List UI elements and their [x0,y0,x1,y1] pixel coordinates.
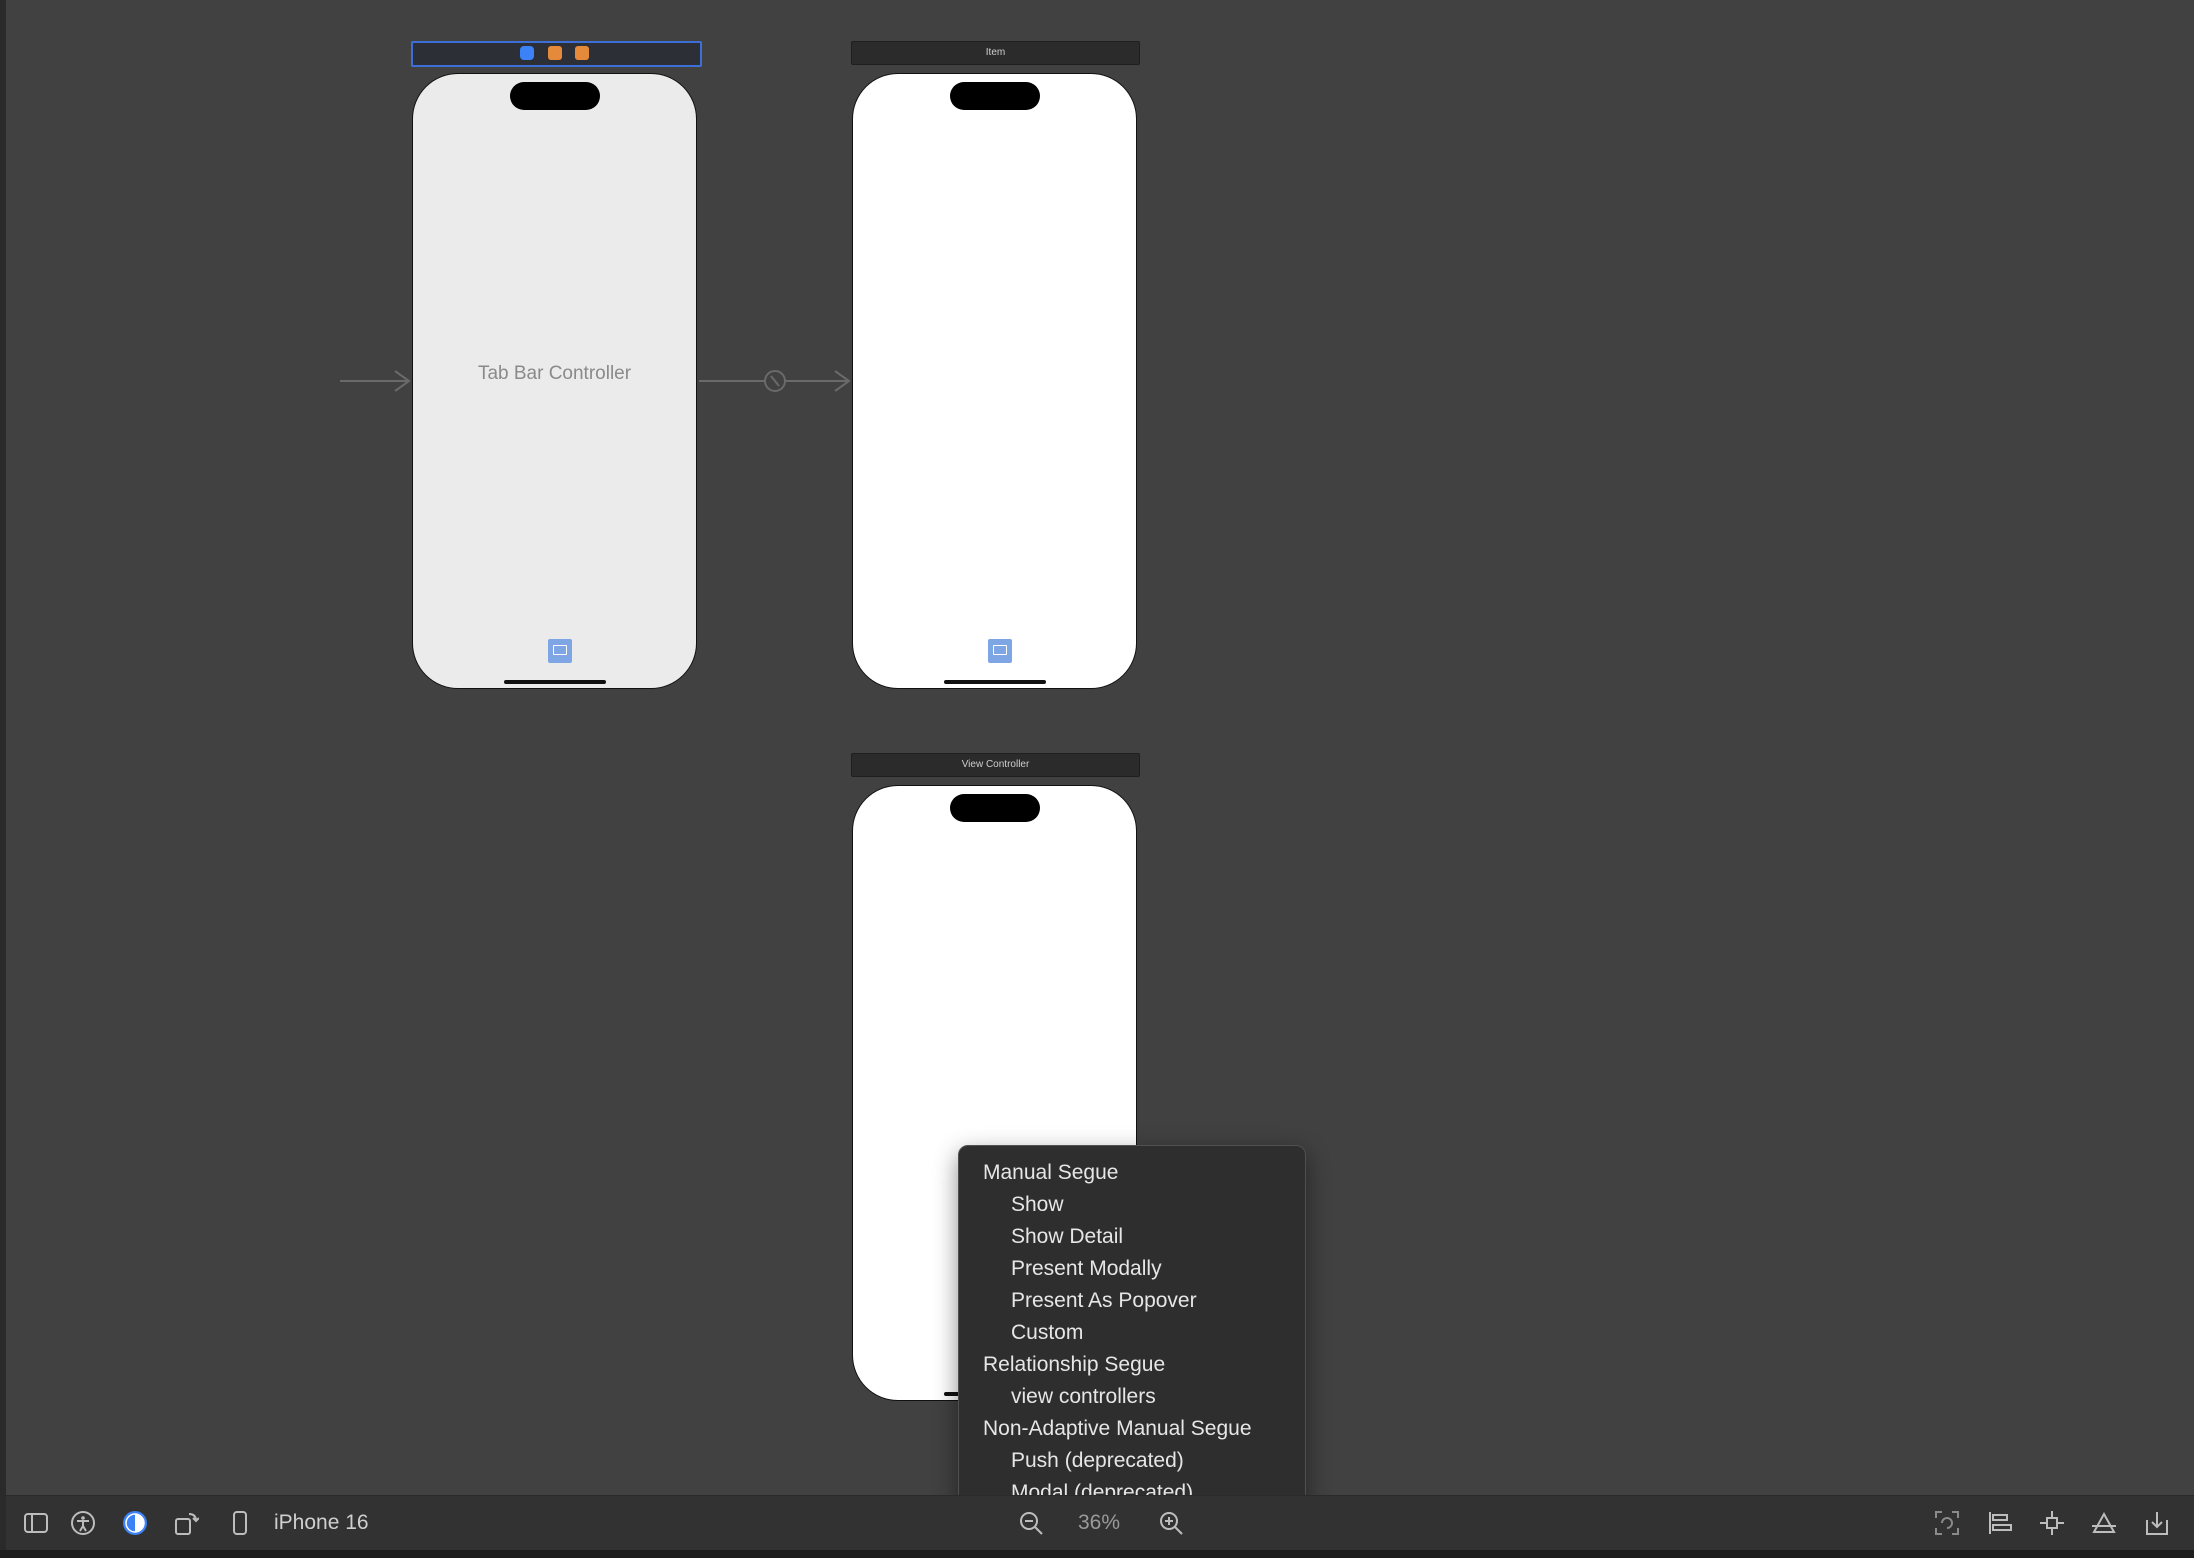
device-phone-icon[interactable] [227,1510,253,1536]
menu-section-relationship-segue: Relationship Segue [983,1353,1166,1376]
update-frames-icon[interactable] [1934,1510,1960,1536]
zoom-in-icon[interactable] [1158,1510,1184,1536]
menu-section-manual-segue: Manual Segue [983,1161,1119,1184]
document-outline-toggle-icon[interactable] [23,1510,49,1536]
accessibility-icon[interactable] [70,1510,96,1536]
initial-view-controller-arrow[interactable] [340,370,411,392]
menu-section-non-adaptive-manual-segue: Non-Adaptive Manual Segue [983,1417,1252,1440]
add-constraints-icon[interactable] [2039,1510,2065,1536]
zoom-out-icon[interactable] [1018,1510,1044,1536]
menu-item-view-controllers[interactable]: view controllers [1011,1381,1156,1413]
menu-item-present-as-popover[interactable]: Present As Popover [1011,1285,1197,1317]
orientation-rotate-icon[interactable] [173,1510,199,1536]
canvas-bottom-toolbar: iPhone 16 36% [6,1495,2194,1551]
relationship-segue-arrow[interactable] [699,370,851,392]
embed-in-icon[interactable] [2144,1510,2170,1536]
menu-item-push-deprecated[interactable]: Push (deprecated) [1011,1445,1184,1477]
menu-item-present-modally[interactable]: Present Modally [1011,1253,1162,1285]
appearance-toggle-icon[interactable] [122,1510,148,1536]
device-selector[interactable]: iPhone 16 [274,1510,369,1536]
menu-item-show[interactable]: Show [1011,1189,1064,1221]
menu-item-show-detail[interactable]: Show Detail [1011,1221,1123,1253]
zoom-level[interactable]: 36% [1078,1510,1120,1536]
menu-item-custom[interactable]: Custom [1011,1317,1083,1349]
window-bottom-edge [0,1550,2194,1558]
align-icon[interactable] [1987,1510,2013,1536]
segue-type-menu[interactable]: Manual Segue Show Show Detail Present Mo… [958,1145,1306,1517]
resolve-issues-icon[interactable] [2091,1510,2117,1536]
